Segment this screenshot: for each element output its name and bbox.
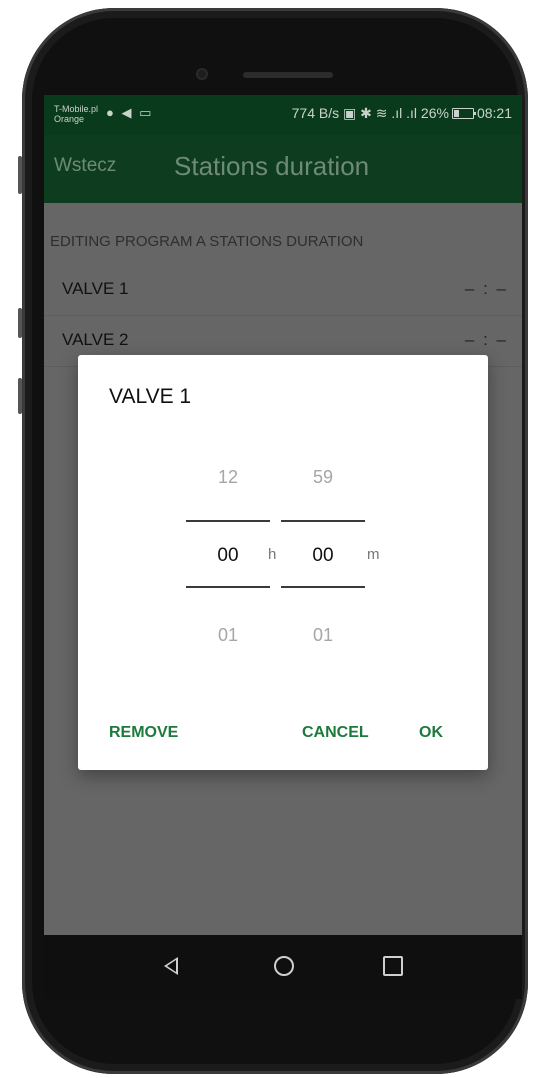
- cancel-button[interactable]: CANCEL: [302, 724, 369, 742]
- clock: 08:21: [476, 105, 512, 121]
- connectivity-icons: ▣ ✱ ≋ .ıl .ıl: [343, 105, 418, 121]
- carrier-secondary: Orange: [54, 114, 85, 124]
- circle-home-icon[interactable]: [274, 956, 294, 976]
- status-bar: T-Mobile.pl Orange ● ◀ ▭ 774 B/s ▣ ✱ ≋ .…: [44, 95, 522, 135]
- minutes-prev-value[interactable]: 59: [281, 467, 365, 488]
- page-title: Stations duration: [174, 151, 370, 181]
- front-camera: [196, 68, 208, 80]
- minutes-divider-top: [281, 520, 365, 522]
- minutes-unit-label: m: [367, 546, 380, 563]
- app-bar: Wstecz Stations duration: [44, 135, 522, 203]
- status-right-group: 774 B/s ▣ ✱ ≋ .ıl .ıl 26% 08:21: [292, 105, 512, 122]
- dialog-title: VALVE 1: [109, 385, 192, 408]
- side-button: [18, 378, 22, 414]
- network-speed: 774 B/s: [291, 105, 340, 121]
- hours-next-value[interactable]: 01: [186, 625, 270, 646]
- earpiece-speaker: [243, 72, 333, 78]
- battery-icon: [451, 108, 476, 119]
- system-nav-bar: [44, 935, 522, 999]
- carrier-name: T-Mobile.pl: [54, 104, 99, 114]
- minutes-selected-value[interactable]: 00: [281, 545, 365, 567]
- valve-label: VALVE 1: [62, 279, 129, 298]
- minutes-next-value[interactable]: 01: [281, 625, 365, 646]
- notification-icons: ● ◀ ▭: [106, 105, 154, 120]
- ok-button[interactable]: OK: [419, 724, 443, 742]
- hours-selected-value[interactable]: 00: [186, 545, 270, 567]
- remove-button[interactable]: REMOVE: [109, 724, 178, 742]
- list-item-valve-1[interactable]: VALVE 1 – : –: [44, 265, 522, 316]
- triangle-back-icon[interactable]: [164, 957, 178, 975]
- valve-label: VALVE 2: [62, 330, 129, 349]
- hours-unit-label: h: [268, 546, 277, 563]
- minutes-divider-bottom: [281, 586, 365, 588]
- side-button: [18, 308, 22, 338]
- valve-duration: – : –: [464, 330, 508, 349]
- back-button[interactable]: Wstecz: [54, 155, 116, 177]
- hours-divider-top: [186, 520, 270, 522]
- duration-picker-dialog: VALVE 1 12 00 01 h 59 00 01 m REMOVE CAN…: [78, 355, 488, 770]
- square-recents-icon[interactable]: [383, 956, 403, 976]
- side-button: [18, 156, 22, 194]
- hours-divider-bottom: [186, 586, 270, 588]
- section-header: EDITING PROGRAM A STATIONS DURATION: [50, 233, 364, 250]
- valve-duration: – : –: [464, 279, 508, 298]
- hours-prev-value[interactable]: 12: [186, 467, 270, 488]
- battery-percent: 26%: [420, 105, 449, 121]
- carrier-info: T-Mobile.pl Orange: [54, 104, 98, 124]
